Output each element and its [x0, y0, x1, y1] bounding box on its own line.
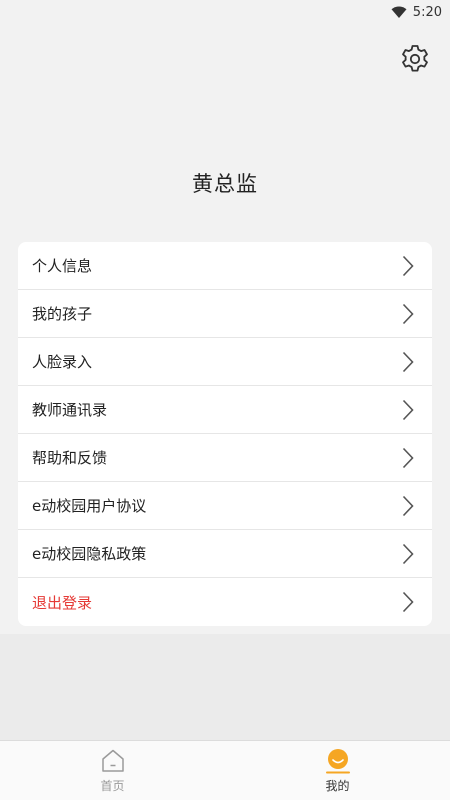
tab-label: 我的	[325, 779, 350, 793]
home-icon	[100, 747, 126, 775]
status-bar: 5:20	[0, 0, 450, 24]
menu-item-teacher-directory[interactable]: 教师通讯录	[18, 386, 432, 434]
menu-item-label: 我的孩子	[32, 305, 93, 323]
chevron-right-icon	[402, 591, 414, 613]
tab-label: 首页	[100, 779, 125, 793]
chevron-right-icon	[402, 351, 414, 373]
chevron-right-icon	[402, 495, 414, 517]
menu-list: 个人信息 我的孩子 人脸录入 教师通讯录 帮助和反馈 e动校园用户协议 e动校园…	[18, 242, 432, 626]
menu-item-face-enroll[interactable]: 人脸录入	[18, 338, 432, 386]
menu-item-label: e动校园用户协议	[32, 497, 147, 515]
logout-label: 退出登录	[32, 593, 93, 612]
chevron-right-icon	[402, 447, 414, 469]
chevron-right-icon	[402, 543, 414, 565]
bottom-tab-bar: 首页 我的	[0, 740, 450, 800]
status-time: 5:20	[412, 4, 442, 20]
smiley-icon	[324, 747, 352, 775]
menu-item-user-agreement[interactable]: e动校园用户协议	[18, 482, 432, 530]
menu-item-my-children[interactable]: 我的孩子	[18, 290, 432, 338]
menu-item-label: 个人信息	[32, 257, 93, 275]
menu-item-personal-info[interactable]: 个人信息	[18, 242, 432, 290]
chevron-right-icon	[402, 399, 414, 421]
chevron-right-icon	[402, 255, 414, 277]
menu-item-label: 人脸录入	[32, 353, 93, 371]
menu-item-privacy-policy[interactable]: e动校园隐私政策	[18, 530, 432, 578]
content-background	[0, 634, 450, 740]
gear-icon	[399, 43, 431, 79]
wifi-icon	[391, 6, 407, 19]
menu-item-help-feedback[interactable]: 帮助和反馈	[18, 434, 432, 482]
tab-home[interactable]: 首页	[0, 741, 225, 800]
menu-item-label: 教师通讯录	[32, 401, 108, 419]
profile-name: 黄总监	[192, 172, 258, 196]
menu-item-logout[interactable]: 退出登录	[18, 578, 432, 626]
menu-item-label: e动校园隐私政策	[32, 545, 147, 563]
menu-item-label: 帮助和反馈	[32, 449, 108, 467]
chevron-right-icon	[402, 303, 414, 325]
settings-button[interactable]	[398, 44, 432, 78]
tab-mine[interactable]: 我的	[225, 741, 450, 800]
